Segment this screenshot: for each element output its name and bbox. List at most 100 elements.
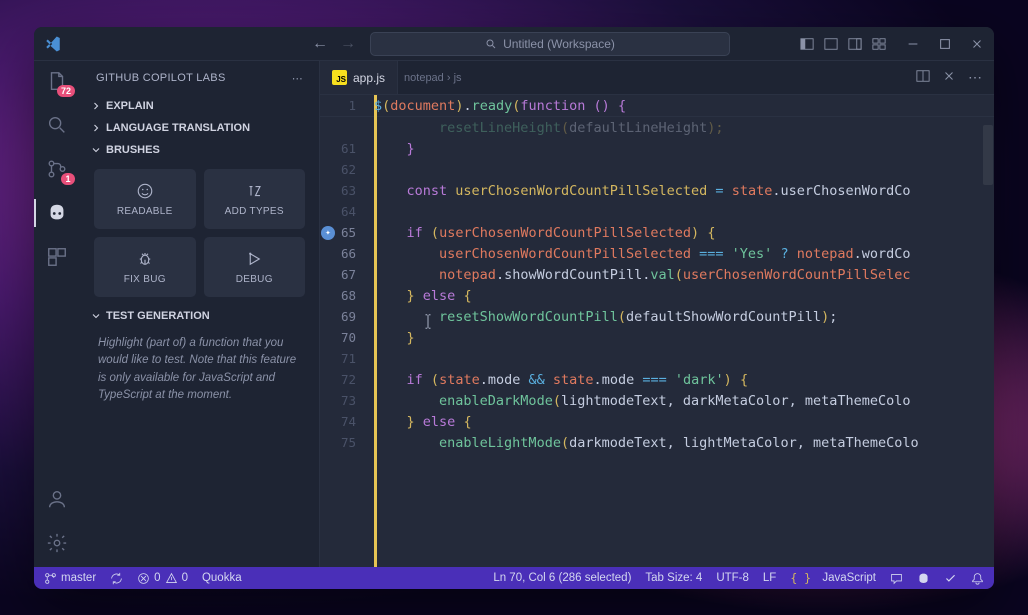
status-branch[interactable]: master <box>44 572 96 585</box>
sidebar-more-icon[interactable]: ⋯ <box>292 72 303 85</box>
activity-copilot[interactable] <box>45 201 69 225</box>
brush-label: READABLE <box>117 206 173 217</box>
line-number: 67 <box>320 267 374 282</box>
section-brushes[interactable]: BRUSHES <box>80 139 319 161</box>
minimize-icon[interactable] <box>906 37 920 51</box>
code-line: enableDarkMode(lightmodeText, darkMetaCo… <box>374 393 994 409</box>
activity-explorer[interactable]: 72 <box>45 69 69 93</box>
status-problems[interactable]: 0 0 <box>137 572 188 585</box>
status-tabsize[interactable]: Tab Size: 4 <box>645 572 702 584</box>
smile-icon <box>136 182 154 200</box>
maximize-icon[interactable] <box>938 37 952 51</box>
status-prettier[interactable] <box>944 572 957 585</box>
brush-label: DEBUG <box>236 274 273 285</box>
line-number: 70 <box>320 330 374 345</box>
sidebar: GITHUB COPILOT LABS ⋯ EXPLAIN LANGUAGE T… <box>80 61 320 567</box>
code-line: $(document).ready(function () { <box>374 98 994 114</box>
titlebar: ← → Untitled (Workspace) <box>34 27 994 61</box>
brush-debug[interactable]: DEBUG <box>204 237 306 297</box>
activity-extensions[interactable] <box>45 245 69 269</box>
brush-add-types[interactable]: ADD TYPES <box>204 169 306 229</box>
code-line: userChosenWordCountPillSelected === 'Yes… <box>374 246 994 262</box>
activity-search[interactable] <box>45 113 69 137</box>
copilot-glyph-icon[interactable]: ✦ <box>321 226 335 240</box>
code-editor[interactable]: 1$(document).ready(function () { resetLi… <box>320 95 994 567</box>
activity-settings[interactable] <box>45 531 69 555</box>
debug-icon <box>245 250 263 268</box>
section-testgen[interactable]: TEST GENERATION <box>80 305 319 327</box>
search-icon <box>485 38 497 50</box>
scm-badge: 1 <box>61 173 75 185</box>
testgen-hint: Highlight (part of) a function that you … <box>80 327 319 416</box>
line-number: 73 <box>320 393 374 408</box>
status-bell[interactable] <box>971 572 984 585</box>
status-encoding[interactable]: UTF-8 <box>716 572 749 584</box>
line-number: 61 <box>320 141 374 156</box>
code-line: } else { <box>374 414 994 430</box>
activity-account[interactable] <box>45 487 69 511</box>
line-number: 62 <box>320 162 374 177</box>
text-cursor-icon <box>424 314 432 329</box>
tab-more-icon[interactable]: ⋯ <box>968 69 982 86</box>
sync-icon <box>110 572 123 585</box>
status-feedback[interactable] <box>890 572 903 585</box>
brush-label: ADD TYPES <box>225 206 284 217</box>
tab-close-icon[interactable] <box>942 69 956 83</box>
line-number: 69 <box>320 309 374 324</box>
chevron-right-icon <box>90 100 102 112</box>
status-lang[interactable]: { } JavaScript <box>790 571 876 585</box>
tab-label: app.js <box>353 71 385 85</box>
split-editor-icon[interactable] <box>916 69 930 83</box>
code-line: } <box>374 330 994 346</box>
status-copilot[interactable] <box>917 572 930 585</box>
line-number: 64 <box>320 204 374 219</box>
vscode-logo-icon <box>44 35 62 53</box>
status-quokka[interactable]: Quokka <box>202 572 242 584</box>
nav-forward-icon[interactable]: → <box>340 35 356 53</box>
brush-readable[interactable]: READABLE <box>94 169 196 229</box>
tab-bar: JS app.js notepad › js ⋯ <box>320 61 994 95</box>
branch-name: master <box>61 572 96 584</box>
activity-bar: 72 1 <box>34 61 80 567</box>
command-center[interactable]: Untitled (Workspace) <box>370 32 730 56</box>
editor-pane: JS app.js notepad › js ⋯ 1$(document).re… <box>320 61 994 567</box>
code-line: notepad.showWordCountPill.val(userChosen… <box>374 267 994 283</box>
section-label: TEST GENERATION <box>106 310 210 322</box>
breadcrumb[interactable]: notepad › js <box>398 72 461 84</box>
brush-fix-bug[interactable]: FIX BUG <box>94 237 196 297</box>
code-line: const userChosenWordCountPillSelected = … <box>374 183 994 199</box>
status-sync[interactable] <box>110 572 123 585</box>
layout-controls <box>800 37 886 51</box>
line-number: 63 <box>320 183 374 198</box>
layout-grid-icon[interactable] <box>872 37 886 51</box>
status-eol[interactable]: LF <box>763 572 776 584</box>
sidebar-header: GITHUB COPILOT LABS ⋯ <box>80 61 319 95</box>
status-cursor[interactable]: Ln 70, Col 6 (286 selected) <box>493 572 631 584</box>
line-number: 68 <box>320 288 374 303</box>
brush-label: FIX BUG <box>124 274 166 285</box>
bug-icon <box>136 250 154 268</box>
vscode-window: ← → Untitled (Workspace) 72 <box>34 27 994 589</box>
chevron-down-icon <box>90 310 102 322</box>
line-number: 75 <box>320 435 374 450</box>
tab-app-js[interactable]: JS app.js <box>320 61 398 94</box>
nav-back-icon[interactable]: ← <box>312 35 328 53</box>
check-icon <box>944 572 957 585</box>
types-icon <box>245 182 263 200</box>
layout-right-icon[interactable] <box>848 37 862 51</box>
section-explain[interactable]: EXPLAIN <box>80 95 319 117</box>
error-icon <box>137 572 150 585</box>
code-line: enableLightMode(darkmodeText, lightMetaC… <box>374 435 994 451</box>
section-label: LANGUAGE TRANSLATION <box>106 122 250 134</box>
layout-left-icon[interactable] <box>800 37 814 51</box>
code-line: resetLineHeight(defaultLineHeight); <box>374 120 994 136</box>
section-translation[interactable]: LANGUAGE TRANSLATION <box>80 117 319 139</box>
activity-scm[interactable]: 1 <box>45 157 69 181</box>
close-icon[interactable] <box>970 37 984 51</box>
bell-icon <box>971 572 984 585</box>
scrollbar[interactable] <box>983 95 993 567</box>
layout-bottom-icon[interactable] <box>824 37 838 51</box>
code-line: resetShowWordCountPill(defaultShowWordCo… <box>374 309 994 325</box>
code-line: if (state.mode && state.mode === 'dark')… <box>374 372 994 388</box>
line-number: 71 <box>320 351 374 366</box>
